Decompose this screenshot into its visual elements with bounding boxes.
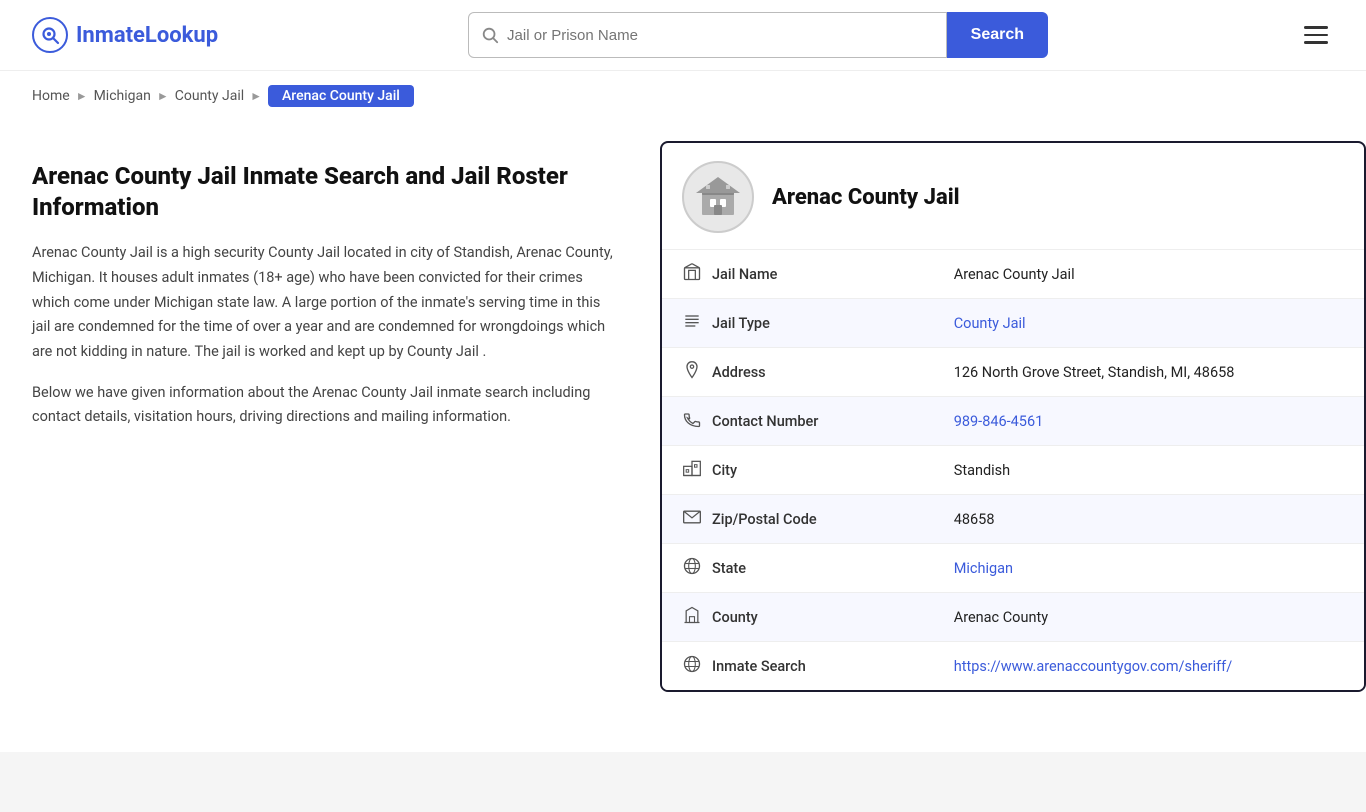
search-icon bbox=[481, 26, 499, 44]
jail-type-link[interactable]: County Jail bbox=[954, 315, 1026, 332]
city-value: Standish bbox=[934, 446, 1364, 495]
left-column: Arenac County Jail Inmate Search and Jai… bbox=[0, 141, 660, 692]
list-icon bbox=[682, 311, 702, 335]
breadcrumb: Home ► Michigan ► County Jail ► Arenac C… bbox=[0, 71, 1366, 121]
contact-number-link[interactable]: 989-846-4561 bbox=[954, 413, 1044, 430]
breadcrumb-sep-3: ► bbox=[250, 89, 262, 103]
description-para-1: Arenac County Jail is a high security Co… bbox=[32, 241, 620, 364]
card-header: Arenac County Jail bbox=[662, 143, 1364, 250]
table-row: Inmate Searchhttps://www.arenaccountygov… bbox=[662, 642, 1364, 691]
pin-icon bbox=[682, 360, 702, 384]
description-para-2: Below we have given information about th… bbox=[32, 381, 620, 430]
globe-icon bbox=[682, 556, 702, 580]
breadcrumb-sep-1: ► bbox=[76, 89, 88, 103]
hamburger-menu-button[interactable] bbox=[1298, 20, 1334, 50]
table-row: Jail TypeCounty Jail bbox=[662, 299, 1364, 348]
footer bbox=[0, 752, 1366, 812]
county-icon bbox=[682, 605, 702, 629]
address-value: 126 North Grove Street, Standish, MI, 48… bbox=[934, 348, 1364, 397]
table-row: Address126 North Grove Street, Standish,… bbox=[662, 348, 1364, 397]
table-row: StateMichigan bbox=[662, 544, 1364, 593]
table-row: Contact Number989-846-4561 bbox=[662, 397, 1364, 446]
logo-link[interactable]: InmateLookup bbox=[32, 17, 218, 53]
jail-name-value: Arenac County Jail bbox=[934, 250, 1364, 299]
card-title: Arenac County Jail bbox=[772, 185, 960, 210]
jail-avatar bbox=[682, 161, 754, 233]
table-row: Jail NameArenac County Jail bbox=[662, 250, 1364, 299]
search-input[interactable] bbox=[507, 27, 934, 44]
search-input-wrapper bbox=[468, 12, 947, 58]
search-button[interactable]: Search bbox=[947, 12, 1048, 58]
hamburger-line-1 bbox=[1304, 26, 1328, 29]
right-column: Arenac County Jail Jail NameArenac Count… bbox=[660, 141, 1366, 692]
main-content: Arenac County Jail Inmate Search and Jai… bbox=[0, 121, 1366, 732]
table-row: Zip/Postal Code48658 bbox=[662, 495, 1364, 544]
state-link[interactable]: Michigan bbox=[954, 560, 1013, 577]
phone-icon bbox=[682, 409, 702, 433]
city-icon bbox=[682, 458, 702, 482]
logo-text: InmateLookup bbox=[76, 23, 218, 48]
building-icon bbox=[682, 262, 702, 286]
info-table: Jail NameArenac County JailJail TypeCoun… bbox=[662, 250, 1364, 690]
breadcrumb-current: Arenac County Jail bbox=[268, 85, 414, 107]
table-row: CityStandish bbox=[662, 446, 1364, 495]
hamburger-line-3 bbox=[1304, 41, 1328, 44]
inmate-search-link[interactable]: https://www.arenaccountygov.com/sheriff/ bbox=[954, 658, 1232, 675]
breadcrumb-county-jail[interactable]: County Jail bbox=[175, 88, 244, 104]
hamburger-line-2 bbox=[1304, 34, 1328, 37]
breadcrumb-sep-2: ► bbox=[157, 89, 169, 103]
breadcrumb-michigan[interactable]: Michigan bbox=[94, 88, 151, 104]
header: InmateLookup Search bbox=[0, 0, 1366, 71]
zip-value: 48658 bbox=[934, 495, 1364, 544]
county-value: Arenac County bbox=[934, 593, 1364, 642]
table-row: CountyArenac County bbox=[662, 593, 1364, 642]
logo-icon bbox=[32, 17, 68, 53]
jail-info-card: Arenac County Jail Jail NameArenac Count… bbox=[660, 141, 1366, 692]
mail-icon bbox=[682, 507, 702, 531]
page-title: Arenac County Jail Inmate Search and Jai… bbox=[32, 161, 620, 223]
breadcrumb-home[interactable]: Home bbox=[32, 88, 70, 104]
search-globe-icon bbox=[682, 654, 702, 678]
logo-text-rest: Lookup bbox=[145, 23, 218, 48]
search-area: Search bbox=[468, 12, 1048, 58]
